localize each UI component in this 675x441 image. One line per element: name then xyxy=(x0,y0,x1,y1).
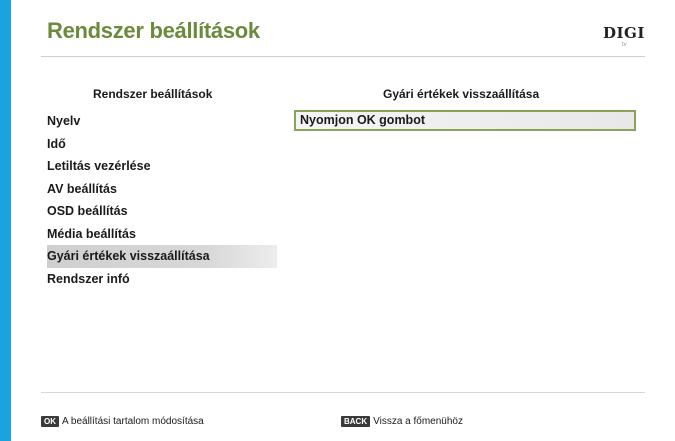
settings-screen: Rendszer beállítások DIGI tv Rendszer be… xyxy=(11,0,675,441)
ok-key-icon: OK xyxy=(41,416,59,427)
settings-menu: Nyelv Idő Letiltás vezérlése AV beállítá… xyxy=(47,110,277,290)
press-ok-label: Nyomjon OK gombot xyxy=(300,113,425,127)
menu-item-media-settings[interactable]: Média beállítás xyxy=(47,223,277,246)
menu-item-time[interactable]: Idő xyxy=(47,133,277,156)
digi-logo-sub: tv xyxy=(622,42,627,48)
right-panel-header: Gyári értékek visszaállítása xyxy=(383,87,540,101)
digi-logo: DIGI xyxy=(603,24,645,42)
back-hint-text: Vissza a főmenühöz xyxy=(373,416,463,427)
page-title: Rendszer beállítások xyxy=(47,18,260,43)
footer-divider xyxy=(41,392,645,393)
menu-item-factory-reset[interactable]: Gyári értékek visszaállítása xyxy=(47,245,277,268)
menu-item-osd-settings[interactable]: OSD beállítás xyxy=(47,200,277,223)
back-key-icon: BACK xyxy=(341,416,371,427)
menu-item-parental-lock[interactable]: Letiltás vezérlése xyxy=(47,155,277,178)
menu-item-system-info[interactable]: Rendszer infó xyxy=(47,268,277,291)
footer-ok-hint: OK A beállítási tartalom módosítása xyxy=(41,416,204,427)
left-panel-header: Rendszer beállítások xyxy=(93,87,213,101)
footer-back-hint: BACK Vissza a főmenühöz xyxy=(341,416,463,427)
press-ok-option[interactable]: Nyomjon OK gombot xyxy=(294,110,636,131)
ok-hint-text: A beállítási tartalom módosítása xyxy=(62,416,204,427)
menu-item-language[interactable]: Nyelv xyxy=(47,110,277,133)
menu-item-av-settings[interactable]: AV beállítás xyxy=(47,178,277,201)
header-divider xyxy=(41,56,645,57)
